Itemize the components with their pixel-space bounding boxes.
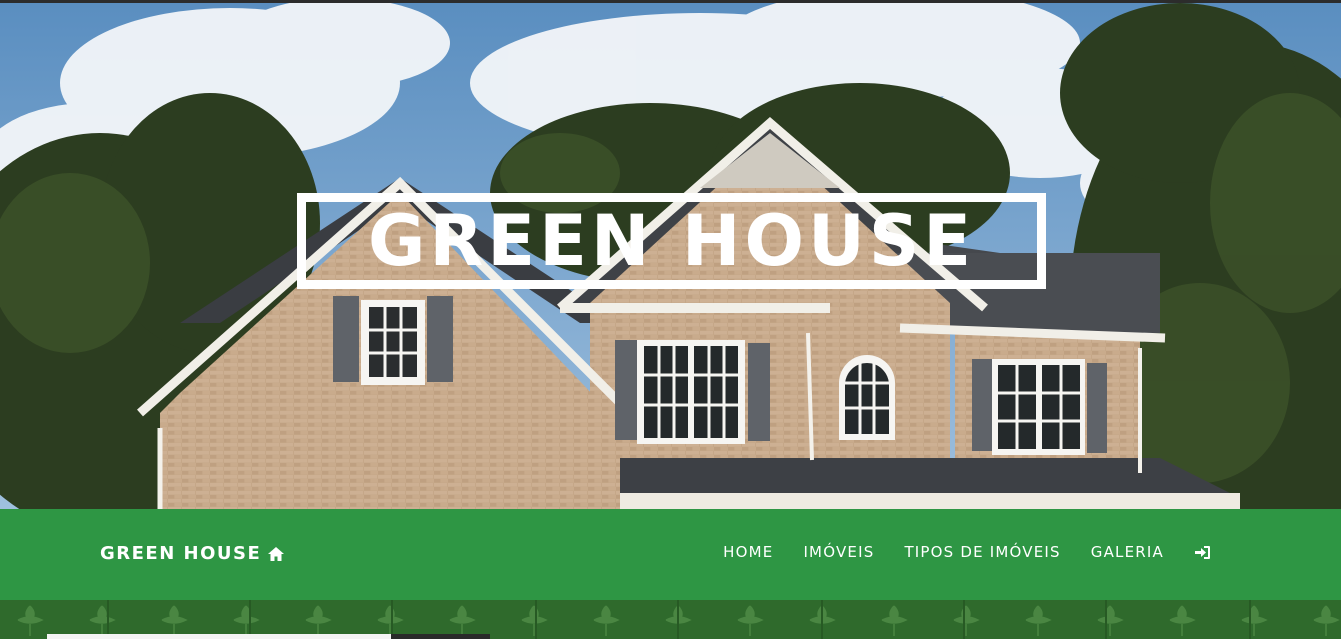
navbar-links: HOME IMÓVEIS TIPOS DE IMÓVEIS GALERIA	[723, 543, 1211, 561]
navbar-brand-label: GREEN HOUSE	[100, 543, 262, 564]
hero-banner: GREEN HOUSE	[0, 3, 1341, 509]
hero-title-box: GREEN HOUSE	[297, 193, 1046, 289]
nav-item-galeria[interactable]: GALERIA	[1091, 543, 1164, 561]
navbar-brand[interactable]: GREEN HOUSE	[100, 543, 285, 564]
sign-in-icon[interactable]	[1194, 545, 1211, 560]
nav-item-tipos-de-imoveis[interactable]: TIPOS DE IMÓVEIS	[904, 543, 1060, 561]
content-card-edge-dark	[391, 634, 490, 639]
main-navbar: GREEN HOUSE HOME IMÓVEIS TIPOS DE IMÓVEI…	[0, 509, 1341, 600]
hero-title: GREEN HOUSE	[367, 200, 976, 282]
nav-item-imoveis[interactable]: IMÓVEIS	[803, 543, 874, 561]
home-icon	[268, 546, 285, 561]
content-card-edge	[47, 634, 391, 639]
nav-item-home[interactable]: HOME	[723, 543, 773, 561]
